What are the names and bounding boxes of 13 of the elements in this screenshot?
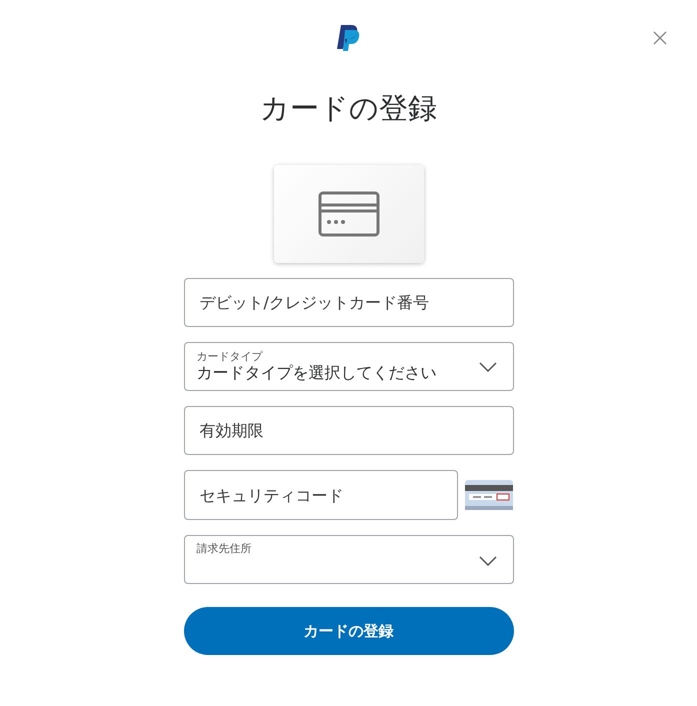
- dropdown-field[interactable]: 請求先住所: [184, 535, 514, 584]
- chevron-down-icon: [478, 362, 496, 372]
- chevron-down-icon: [478, 556, 496, 566]
- input-field[interactable]: デビット/クレジットカード番号: [184, 278, 514, 327]
- close-icon[interactable]: [653, 31, 667, 45]
- register-card-button[interactable]: カードの登録: [184, 607, 514, 655]
- input-field[interactable]: 有効期限: [184, 406, 514, 455]
- credit-card-icon: [318, 191, 380, 237]
- input-field[interactable]: セキュリティコード: [184, 470, 458, 520]
- page-title: カードの登録: [260, 90, 437, 126]
- logo-icon: [336, 24, 362, 52]
- card-back-icon: [464, 480, 512, 510]
- dropdown-field[interactable]: カードタイプ カードタイプを選択してください: [184, 342, 514, 391]
